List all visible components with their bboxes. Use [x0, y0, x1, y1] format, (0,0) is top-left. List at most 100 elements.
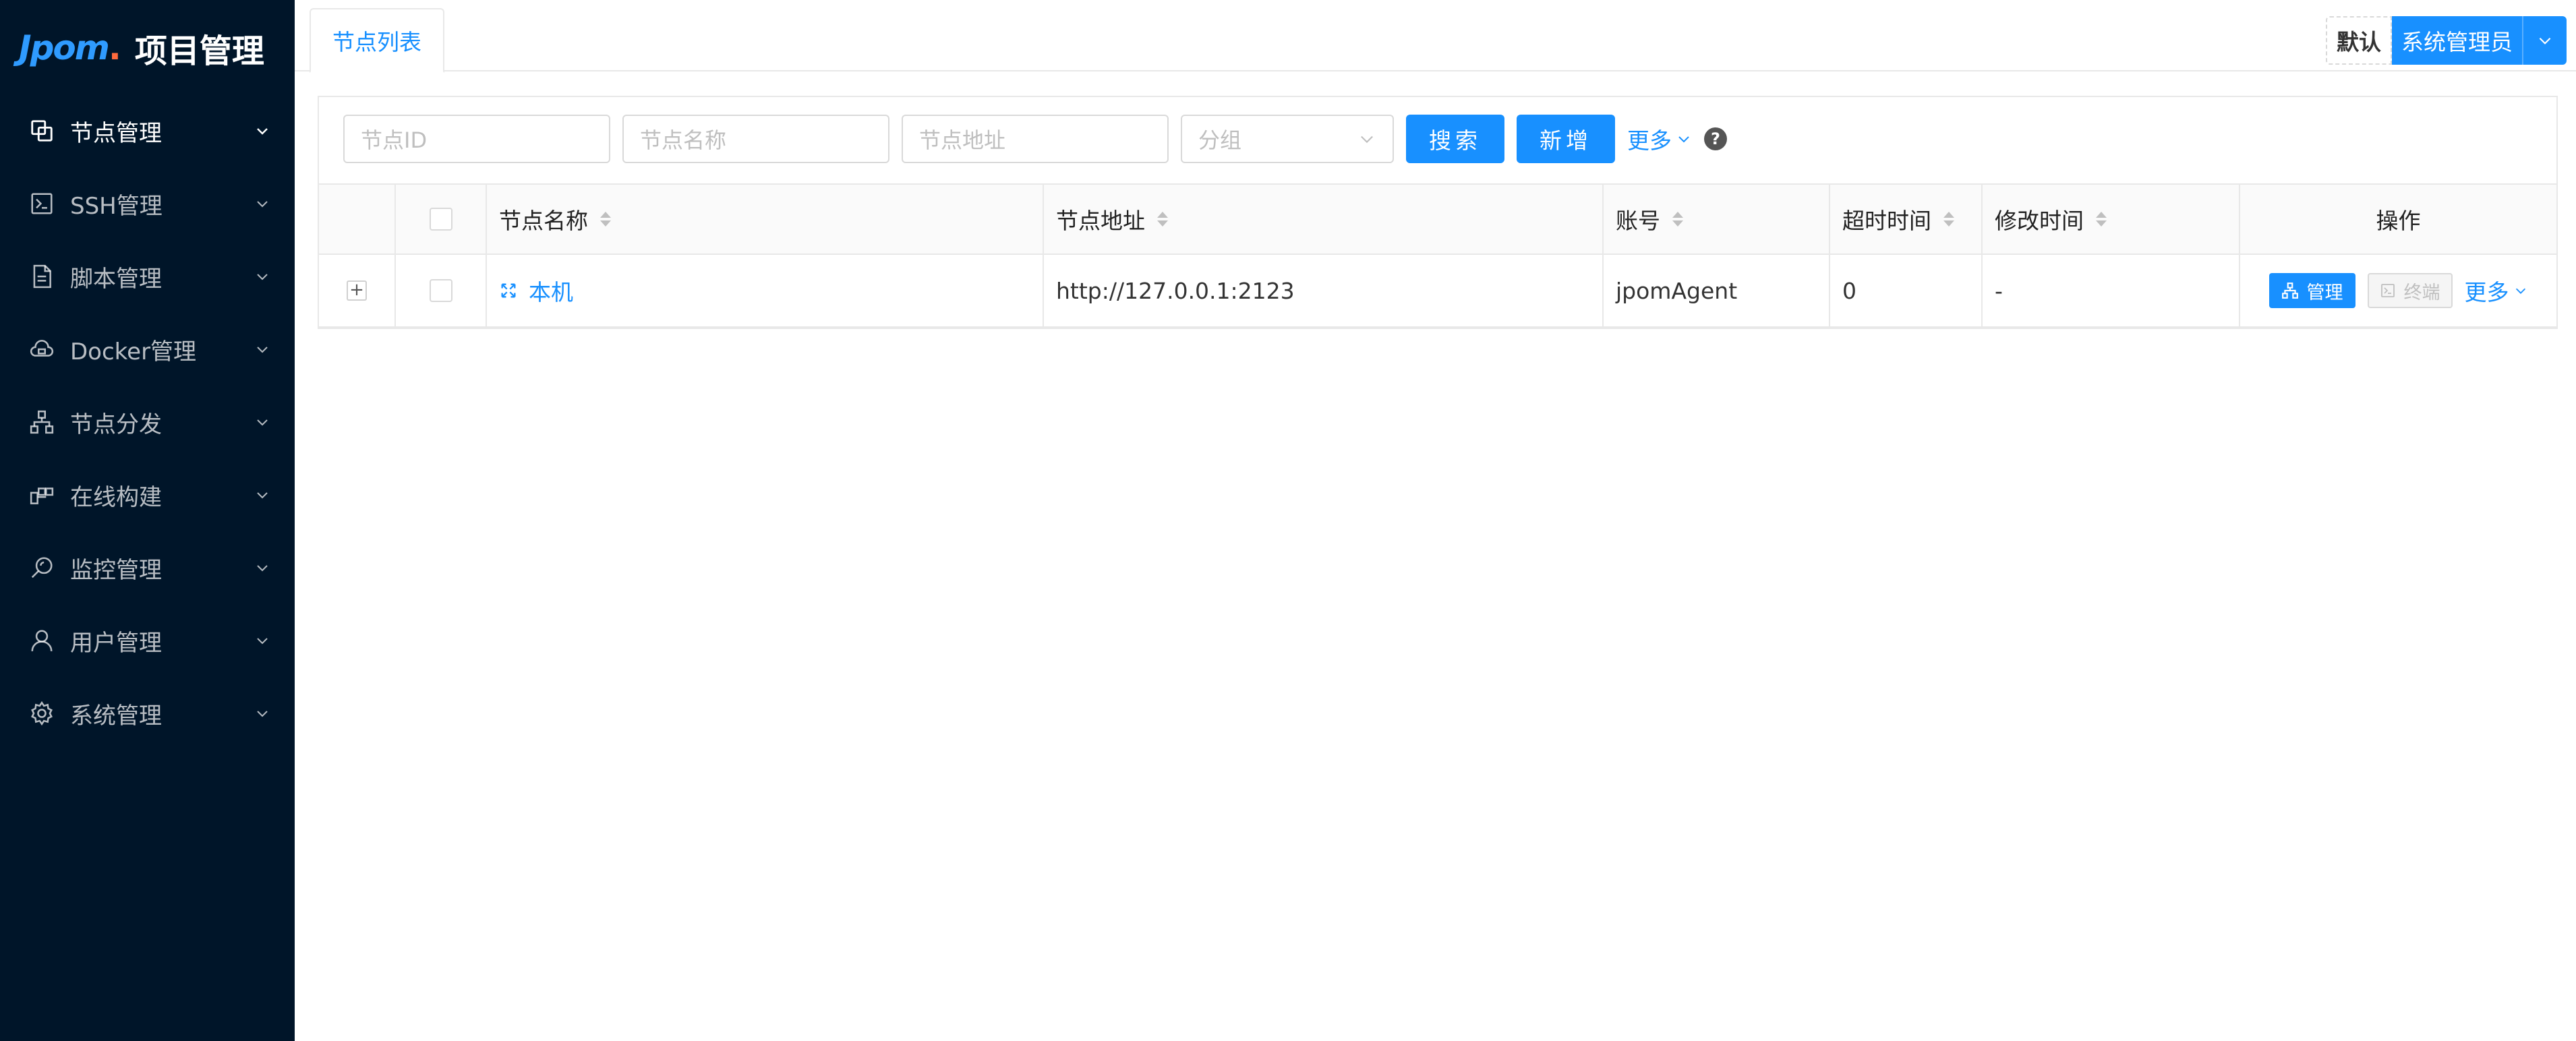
cell-actions: 管理 终端 更多: [2240, 255, 2556, 326]
row-select-cell: [396, 255, 487, 326]
sidebar-item-label: 监控管理: [70, 556, 162, 584]
sort-icon[interactable]: [1943, 212, 1954, 227]
chevron-down-icon: [1361, 136, 1373, 144]
column-header-node-address[interactable]: 节点地址: [1044, 185, 1604, 254]
row-more-link[interactable]: 更多: [2465, 274, 2528, 307]
chevron-down-icon: [2515, 288, 2525, 294]
column-header-label: 超时时间: [1842, 208, 1931, 234]
column-header-account[interactable]: 账号: [1604, 185, 1830, 254]
nodes-icon: [28, 117, 55, 144]
node-name-link[interactable]: 本机: [499, 274, 573, 307]
cell-account: jpomAgent: [1604, 255, 1830, 326]
expand-cell: +: [319, 255, 396, 326]
logo-dot: .: [108, 28, 121, 67]
search-button[interactable]: 搜索: [1406, 115, 1504, 163]
sidebar-item-script-management[interactable]: 脚本管理: [0, 240, 295, 313]
column-header-actions: 操作: [2376, 208, 2421, 234]
cluster-icon: [2281, 282, 2298, 299]
manage-button-label: 管理: [2306, 282, 2343, 303]
expand-row-button[interactable]: +: [347, 280, 367, 301]
sort-icon[interactable]: [2096, 212, 2107, 227]
user-area: 默认 系统管理员: [2326, 16, 2567, 65]
column-header-label: 节点名称: [499, 208, 588, 234]
group-select[interactable]: 分组: [1181, 115, 1394, 163]
more-filters-link[interactable]: 更多: [1627, 123, 1692, 155]
terminal-icon: [2380, 284, 2395, 297]
table-row: + 本机 http://127.0.0.1:2123 jpomAgent 0 -: [319, 255, 2556, 328]
add-button[interactable]: 新增: [1517, 115, 1615, 163]
row-checkbox[interactable]: [429, 279, 452, 302]
column-header-timeout[interactable]: 超时时间: [1830, 185, 1983, 254]
logo: Jpom. 项目管理: [19, 24, 264, 71]
cell-modified-time: -: [1983, 255, 2240, 326]
chevron-down-icon: [257, 347, 268, 353]
node-name-input[interactable]: 节点名称: [622, 115, 889, 163]
sidebar-item-label: Docker管理: [70, 338, 197, 365]
monitor-icon: [28, 554, 55, 581]
row-actions: 管理 终端 更多: [2268, 273, 2528, 308]
cell-node-address: http://127.0.0.1:2123: [1044, 255, 1604, 326]
node-id-input[interactable]: 节点ID: [343, 115, 610, 163]
column-header-label: 账号: [1616, 208, 1660, 234]
more-filters-label: 更多: [1627, 127, 1672, 154]
app-title: 项目管理: [134, 32, 264, 70]
file-icon: [28, 263, 55, 290]
sidebar: Jpom. 项目管理 节点管理 SSH管理 脚本管理 Docker管理 节点分发…: [0, 0, 295, 1041]
settings-icon: [28, 700, 55, 727]
sidebar-item-node-distribution[interactable]: 节点分发: [0, 386, 295, 458]
filter-bar: 节点ID 节点名称 节点地址 分组 搜索 新增 更多 ?: [343, 115, 1727, 163]
table-header: 节点名称 节点地址 账号 超时时间 修改时间 操作: [319, 183, 2556, 255]
terminal-button-label: 终端: [2403, 282, 2440, 303]
select-all-checkbox[interactable]: [429, 208, 452, 231]
column-header-label: 修改时间: [1995, 208, 2084, 234]
row-more-label: 更多: [2464, 279, 2509, 305]
cell-node-name: 本机: [487, 255, 1044, 326]
sidebar-item-online-build[interactable]: 在线构建: [0, 458, 295, 531]
logo-mark: Jpom: [19, 28, 110, 67]
terminal-icon: [28, 190, 55, 217]
sidebar-item-system-management[interactable]: 系统管理: [0, 677, 295, 750]
top-tab-bar: 节点列表 默认 系统管理员: [295, 0, 2576, 73]
sort-icon[interactable]: [1157, 212, 1168, 227]
user-dropdown-button[interactable]: [2522, 16, 2567, 65]
manage-button[interactable]: 管理: [2268, 273, 2355, 308]
chevron-down-icon: [257, 274, 268, 280]
column-header-label: 节点地址: [1056, 208, 1145, 234]
sidebar-item-label: 脚本管理: [70, 265, 162, 293]
column-header-node-name[interactable]: 节点名称: [487, 185, 1044, 254]
sort-icon[interactable]: [1672, 212, 1683, 227]
workspace-button[interactable]: 默认: [2326, 16, 2392, 65]
chevron-down-icon: [257, 128, 268, 135]
build-icon: [28, 481, 55, 508]
sidebar-item-user-management[interactable]: 用户管理: [0, 604, 295, 677]
help-icon[interactable]: ?: [1704, 127, 1727, 150]
terminal-button[interactable]: 终端: [2367, 273, 2453, 308]
cell-timeout: 0: [1830, 255, 1983, 326]
sidebar-item-docker-management[interactable]: Docker管理: [0, 313, 295, 386]
user-icon: [28, 627, 55, 654]
user-button[interactable]: 系统管理员: [2392, 16, 2522, 65]
cloud-icon: [28, 336, 55, 363]
chevron-down-icon: [257, 201, 268, 208]
expand-arrows-icon: [501, 283, 516, 298]
node-name-text: 本机: [529, 279, 573, 305]
sidebar-item-label: 用户管理: [70, 629, 162, 657]
chevron-down-icon: [257, 565, 268, 572]
node-table: 节点名称 节点地址 账号 超时时间 修改时间 操作 + 本机 http://12…: [319, 183, 2556, 328]
sidebar-item-node-management[interactable]: 节点管理: [0, 94, 295, 167]
sidebar-item-ssh-management[interactable]: SSH管理: [0, 167, 295, 240]
column-header-modified-time[interactable]: 修改时间: [1983, 185, 2240, 254]
sidebar-item-label: 节点分发: [70, 411, 162, 438]
chevron-down-icon: [2539, 37, 2551, 44]
sidebar-item-label: 节点管理: [70, 119, 162, 147]
node-list-card: 节点ID 节点名称 节点地址 分组 搜索 新增 更多 ? 节点名称 节点地址 账…: [318, 96, 2558, 329]
node-address-input[interactable]: 节点地址: [902, 115, 1169, 163]
chevron-down-icon: [257, 419, 268, 426]
sort-icon[interactable]: [600, 212, 611, 227]
sidebar-item-monitor-management[interactable]: 监控管理: [0, 531, 295, 604]
group-select-placeholder: 分组: [1198, 127, 1242, 153]
chevron-down-icon: [257, 492, 268, 499]
tab-node-list[interactable]: 节点列表: [310, 8, 444, 73]
expand-column-header: [319, 185, 396, 254]
chevron-down-icon: [257, 711, 268, 717]
